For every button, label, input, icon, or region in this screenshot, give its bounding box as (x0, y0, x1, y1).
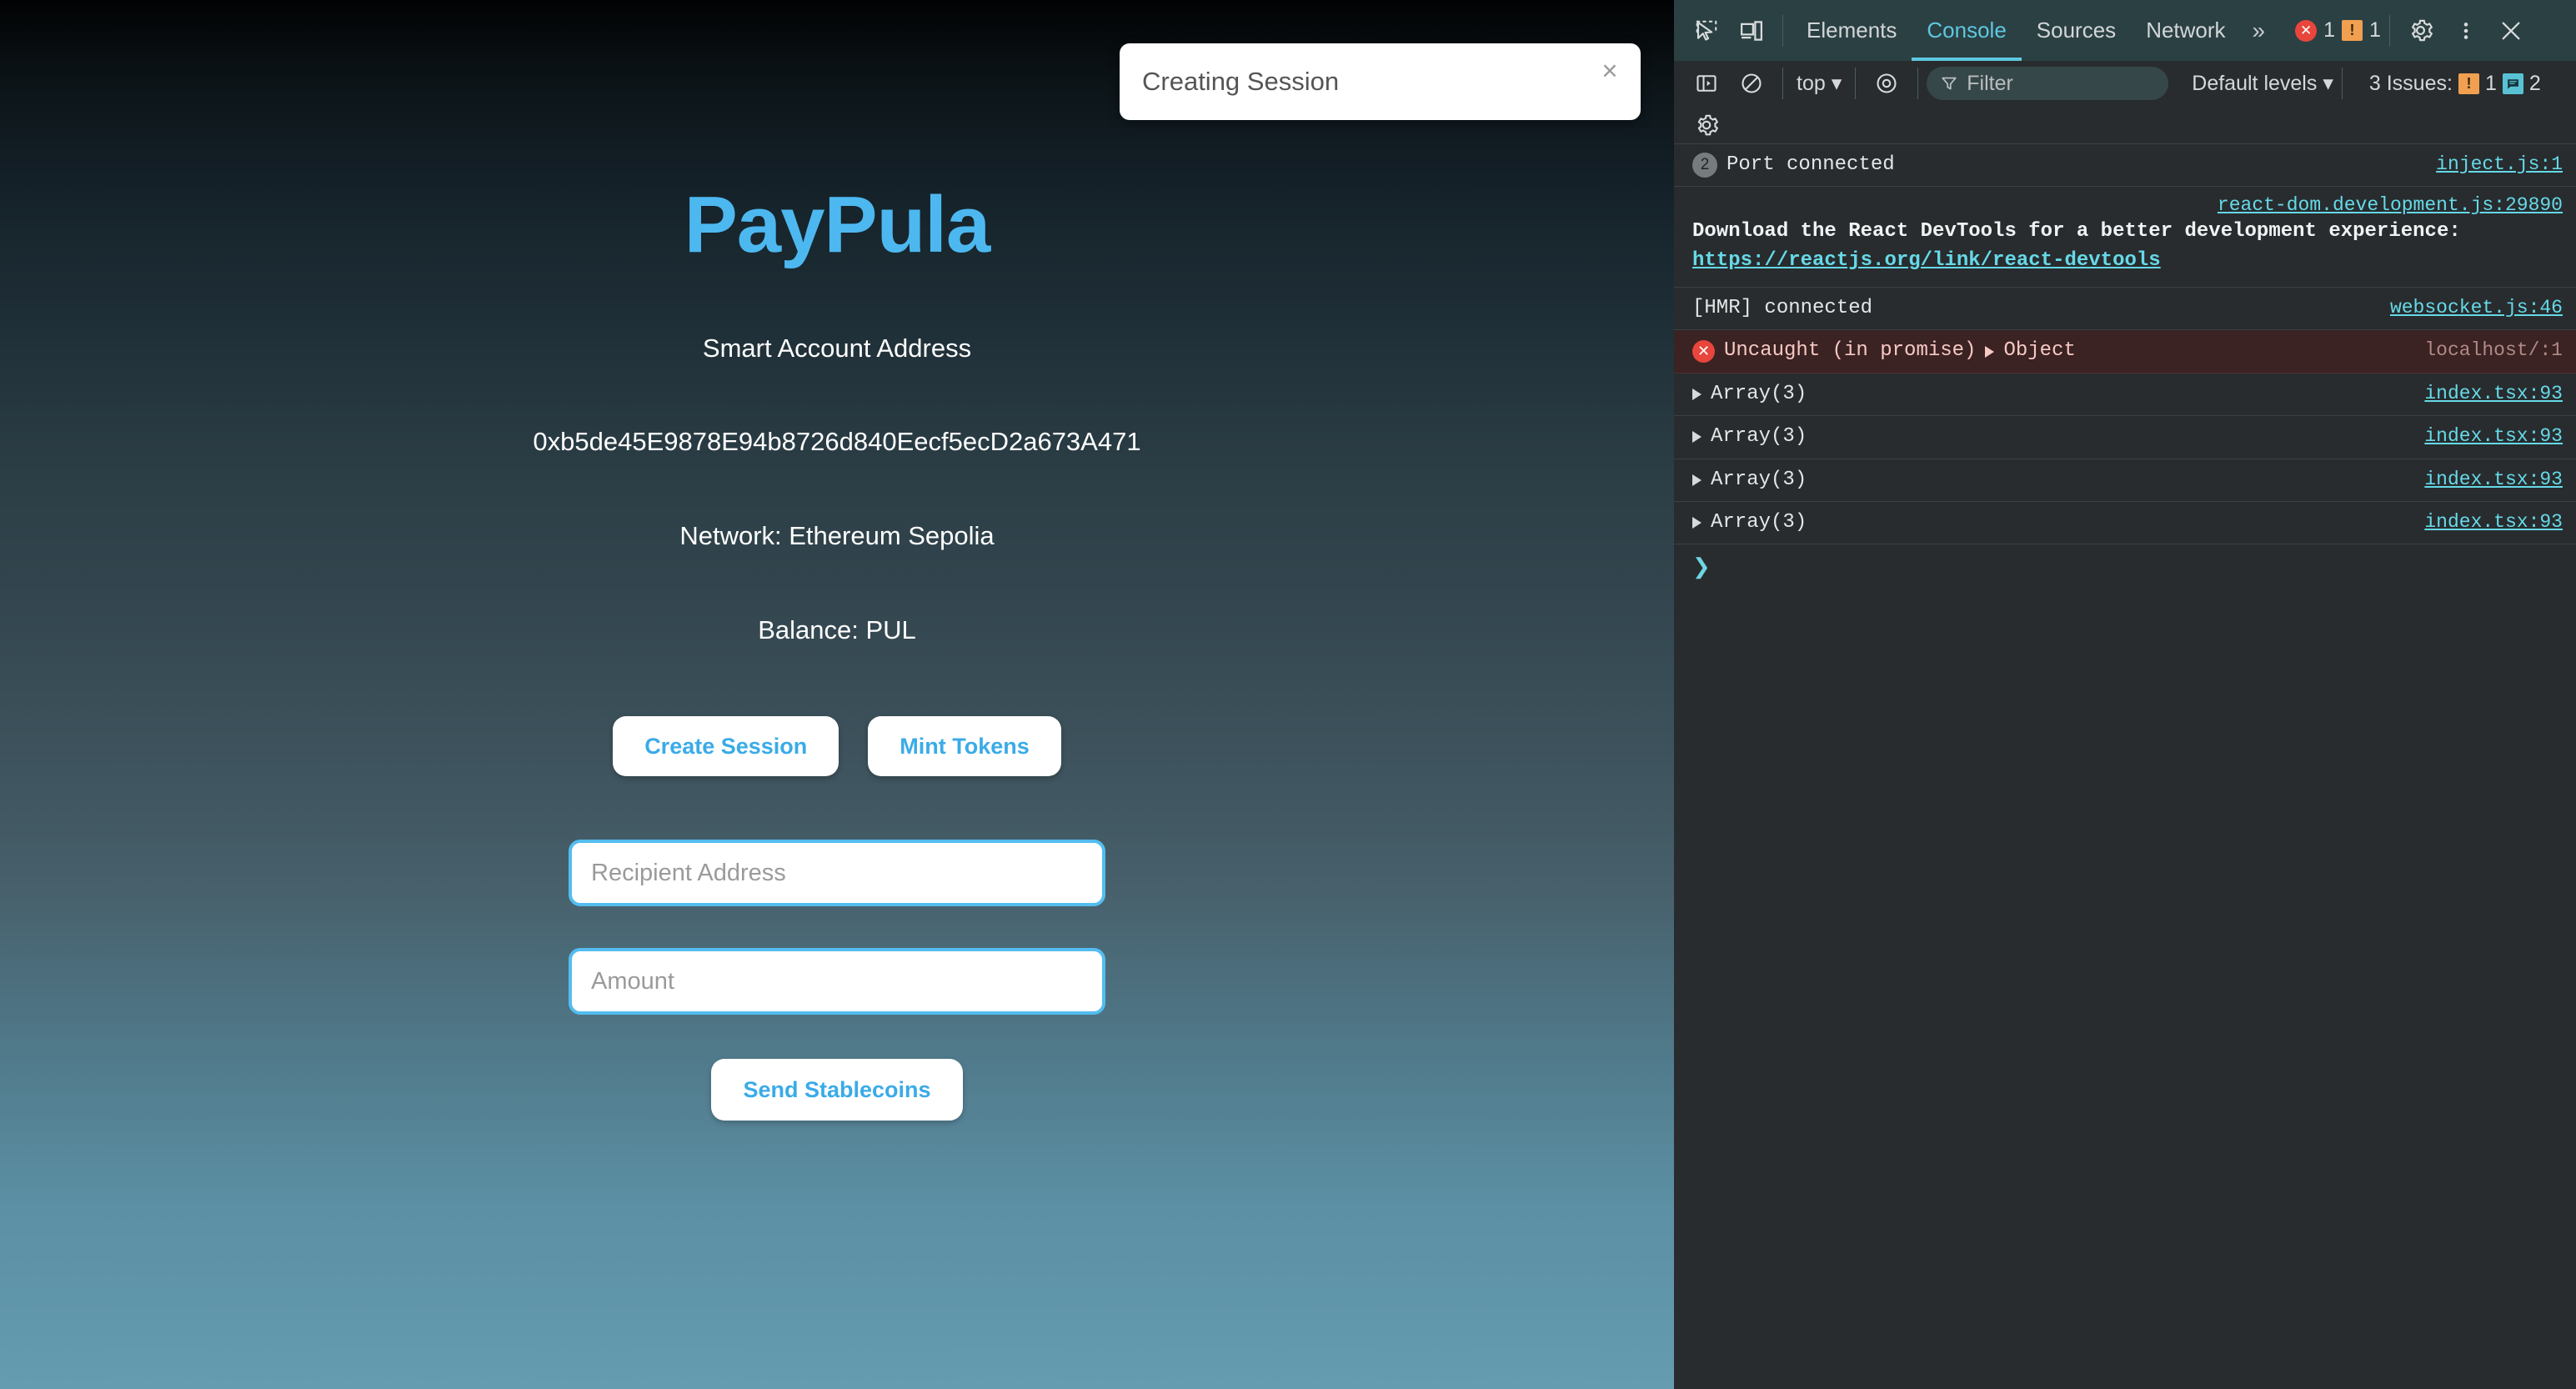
expand-triangle-icon[interactable] (1692, 517, 1701, 529)
filter-icon (1942, 77, 1957, 90)
react-devtools-link[interactable]: https://reactjs.org/link/react-devtools (1692, 247, 2161, 276)
balance-label: Balance: PUL (758, 615, 916, 644)
warning-badge-count: 1 (2369, 18, 2381, 42)
console-prompt[interactable]: ❯ (1674, 544, 2576, 589)
console-message-hmr[interactable]: [HMR] connected websocket.js:46 (1674, 288, 2576, 331)
console-toolbar-divider-2 (1855, 68, 1857, 99)
action-button-row: Create Session Mint Tokens (613, 716, 1061, 776)
console-settings-gear-icon[interactable] (1684, 103, 1729, 148)
screen: PayPula Smart Account Address 0xb5de45E9… (0, 0, 2576, 1389)
toolbar-divider-2 (2388, 14, 2390, 47)
error-badge-count: 1 (2323, 18, 2336, 42)
issue-badges: ✕ 1 ! 1 (2295, 18, 2381, 43)
tab-console[interactable]: Console (1912, 0, 2021, 61)
console-message-array[interactable]: Array(3) index.tsx:93 (1674, 374, 2576, 417)
issues-label: 3 Issues: (2368, 71, 2453, 95)
console-message-list: 2 Port connected inject.js:1 react-dom.d… (1674, 144, 2576, 589)
issues-info-count: 2 (2528, 71, 2541, 95)
send-stablecoins-button[interactable]: Send Stablecoins (711, 1059, 963, 1121)
toast-message: Creating Session (1142, 67, 1340, 96)
devtools-panel: Elements Console Sources Network » ✕ 1 !… (1674, 0, 2576, 1389)
execution-context-label: top (1797, 72, 1826, 95)
close-icon[interactable]: × (1596, 57, 1624, 85)
console-message-source-array[interactable]: index.tsx:93 (2424, 467, 2563, 493)
log-levels-label: Default levels (2192, 72, 2318, 95)
amount-input[interactable] (569, 948, 1105, 1015)
console-message-source-array[interactable]: index.tsx:93 (2424, 509, 2563, 535)
execution-context-selector[interactable]: top ▾ (1792, 71, 1847, 96)
error-badge-icon: ✕ (2295, 19, 2318, 42)
console-toolbar-divider (1782, 68, 1783, 99)
clear-console-icon[interactable] (1729, 61, 1774, 106)
console-message-source-array[interactable]: index.tsx:93 (2424, 381, 2563, 407)
console-message-react-devtools[interactable]: react-dom.development.js:29890 Download … (1674, 187, 2576, 288)
issues-summary[interactable]: 3 Issues: ! 1 2 (2369, 72, 2541, 96)
toolbar-divider (1782, 14, 1783, 47)
console-message-text-array[interactable]: Array(3) (1711, 424, 1807, 450)
console-message-array[interactable]: Array(3) index.tsx:93 (1674, 502, 2576, 545)
console-message-text: Port connected (1727, 153, 1895, 176)
console-toolbar: top ▾ Filter Default levels ▾ 3 Issues: … (1674, 61, 2576, 106)
create-session-button[interactable]: Create Session (613, 716, 839, 776)
console-error-text: Uncaught (in promise) (1724, 339, 1977, 363)
console-error-object[interactable]: Object (2003, 338, 2075, 364)
repeat-count-badge: 2 (1692, 153, 1717, 178)
console-message-source[interactable]: inject.js:1 (2436, 152, 2563, 178)
filter-placeholder: Filter (1967, 71, 2013, 95)
toast-notification: Creating Session × (1120, 43, 1641, 120)
console-message-text-hmr: [HMR] connected (1692, 296, 1873, 319)
smart-account-label: Smart Account Address (702, 333, 972, 363)
more-tabs-icon[interactable]: » (2241, 18, 2278, 44)
console-message-text-react: Download the React DevTools for a better… (1692, 220, 2461, 243)
web-page-viewport: PayPula Smart Account Address 0xb5de45E9… (0, 0, 1674, 1389)
mint-tokens-button[interactable]: Mint Tokens (868, 716, 1061, 776)
console-message-source-array[interactable]: index.tsx:93 (2424, 424, 2563, 449)
chevron-down-icon-levels: ▾ (2323, 72, 2333, 95)
tab-elements[interactable]: Elements (1792, 0, 1912, 61)
issues-warning-icon: ! (2458, 73, 2479, 94)
issues-warning-count: 1 (2484, 71, 2497, 95)
recipient-address-input[interactable] (569, 840, 1105, 906)
console-toolbar-divider-3 (1917, 68, 1919, 99)
console-message-port-connected[interactable]: 2 Port connected inject.js:1 (1674, 144, 2576, 188)
expand-triangle-icon[interactable] (1692, 431, 1701, 444)
console-message-array[interactable]: Array(3) index.tsx:93 (1674, 416, 2576, 459)
filter-input[interactable]: Filter (1927, 67, 2169, 100)
console-message-text-array[interactable]: Array(3) (1711, 467, 1807, 494)
console-settings-strip (1674, 106, 2576, 144)
issues-info-icon (2502, 73, 2523, 94)
network-label: Network: Ethereum Sepolia (679, 521, 995, 550)
page-content: PayPula Smart Account Address 0xb5de45E9… (0, 0, 1674, 1121)
console-toolbar-divider-4 (2341, 68, 2343, 99)
chevron-down-icon: ▾ (1831, 72, 1842, 95)
close-devtools-icon[interactable] (2488, 8, 2533, 53)
console-prompt-input[interactable] (1711, 555, 2558, 579)
live-expression-icon[interactable] (1864, 61, 1909, 106)
log-levels-selector[interactable]: Default levels ▾ (2192, 71, 2333, 96)
console-message-source-hmr[interactable]: websocket.js:46 (2390, 295, 2563, 321)
console-message-uncaught-error[interactable]: ✕ Uncaught (in promise) Object localhost… (1674, 330, 2576, 374)
expand-triangle-icon[interactable] (1692, 388, 1701, 400)
error-icon: ✕ (1692, 340, 1715, 364)
expand-triangle-icon[interactable] (1692, 474, 1701, 486)
expand-triangle-icon[interactable] (1985, 345, 1995, 358)
console-message-text-array[interactable]: Array(3) (1711, 381, 1807, 408)
warning-badge-icon: ! (2342, 20, 2363, 41)
prompt-arrow-icon: ❯ (1692, 554, 1711, 579)
console-message-array[interactable]: Array(3) index.tsx:93 (1674, 459, 2576, 502)
devtools-tabbar: Elements Console Sources Network » ✕ 1 !… (1674, 0, 2576, 61)
page-title: PayPula (684, 180, 991, 269)
device-toolbar-icon[interactable] (1729, 8, 1774, 53)
console-sidebar-icon[interactable] (1684, 61, 1729, 106)
console-error-source: localhost/:1 (2424, 339, 2563, 362)
tab-network[interactable]: Network (2131, 0, 2240, 61)
smart-account-address: 0xb5de45E9878E94b8726d840Eecf5ecD2a673A4… (533, 427, 1141, 456)
gear-icon[interactable] (2398, 8, 2443, 53)
more-options-icon[interactable] (2443, 8, 2488, 53)
console-message-source-react[interactable]: react-dom.development.js:29890 (2218, 194, 2563, 216)
tab-sources[interactable]: Sources (2022, 0, 2131, 61)
console-message-text-array[interactable]: Array(3) (1711, 509, 1807, 536)
inspect-element-icon[interactable] (1684, 8, 1729, 53)
